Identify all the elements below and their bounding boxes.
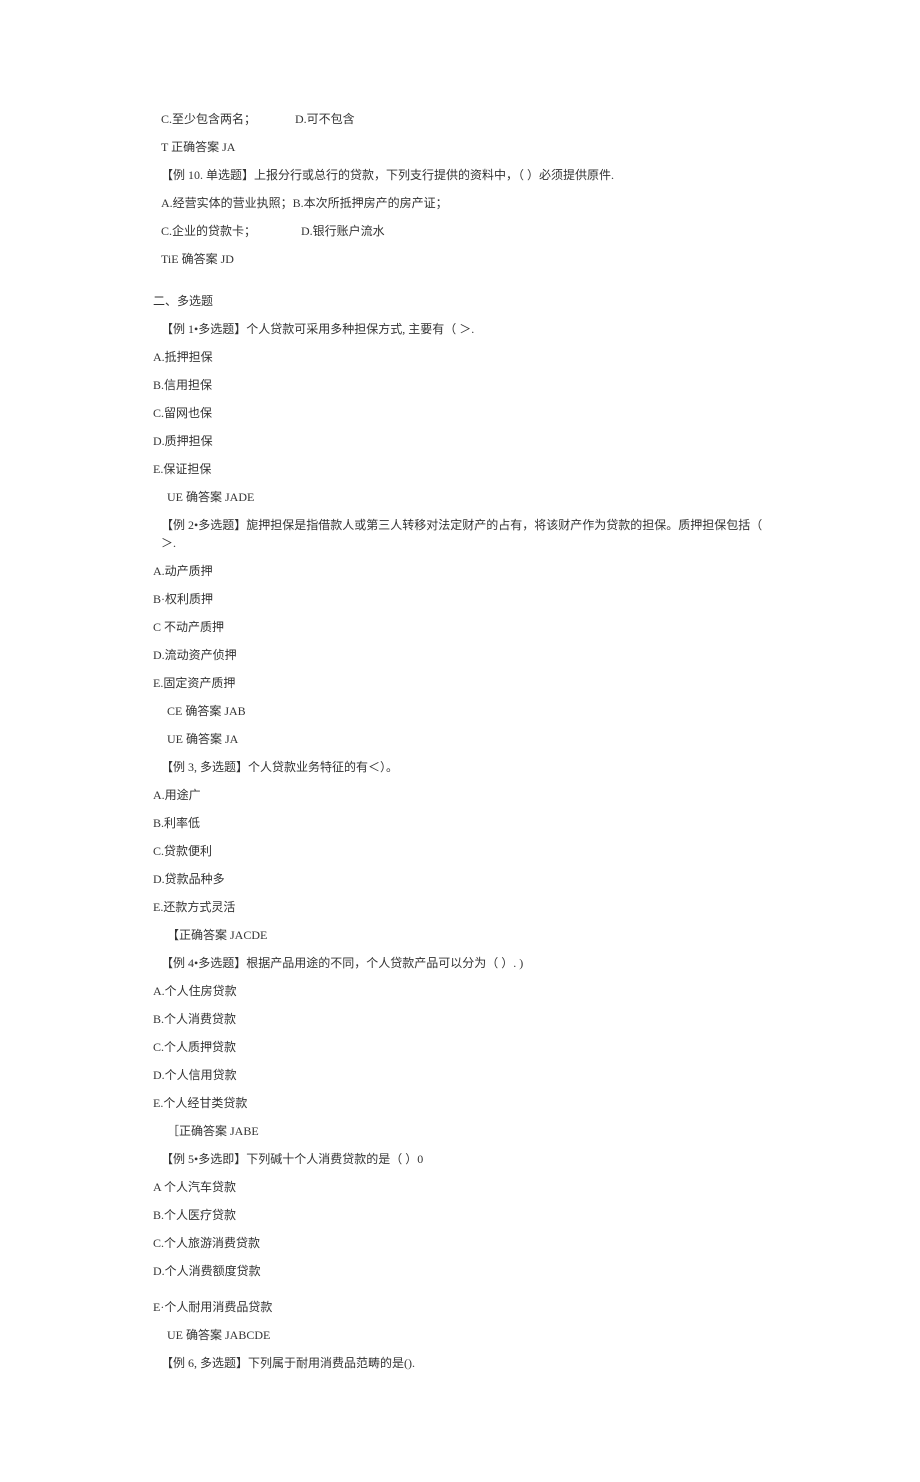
q9-options-cd: C.至少包含两名； D.可不包含 xyxy=(153,110,765,128)
q4-option-e: E.个人经甘类贷款 xyxy=(153,1094,765,1112)
q1-option-d: D.质押担保 xyxy=(153,432,765,450)
q10-option-d: D.银行账户流水 xyxy=(301,224,385,238)
q5-option-a: A 个人汽车贷款 xyxy=(153,1178,765,1196)
q3-option-d: D.贷款品种多 xyxy=(153,870,765,888)
q3-stem: 【例 3, 多选题】个人贷款业务特征的有＜）。 xyxy=(153,758,765,776)
q6-stem: 【例 6, 多选题】下列属于耐用消费品范畴的是(). xyxy=(153,1354,765,1372)
q2-option-d: D.流动资产侦押 xyxy=(153,646,765,664)
q5-option-d: D.个人消费额度贷款 xyxy=(153,1262,765,1280)
q4-option-b: B.个人消费贷款 xyxy=(153,1010,765,1028)
q4-stem: 【例 4•多选题】根据产品用途的不同，个人贷款产品可以分为（ ）. ) xyxy=(153,954,765,972)
q2-option-b: B·权利质押 xyxy=(153,590,765,608)
q10-options-ab: A.经营实体的营业执照；B.本次所抵押房产的房产证； xyxy=(153,194,765,212)
q4-option-d: D.个人信用贷款 xyxy=(153,1066,765,1084)
q3-option-a: A.用途广 xyxy=(153,786,765,804)
q1-answer: UE 确答案 JADE xyxy=(153,488,765,506)
q4-answer: ［正确答案 JABE xyxy=(153,1122,765,1140)
q2-option-c: C 不动产质押 xyxy=(153,618,765,636)
q10-stem: 【例 10. 单选题】上报分行或总行的贷款，下列支行提供的资料中，（ ）必须提供… xyxy=(153,166,765,184)
q4-option-a: A.个人住房贷款 xyxy=(153,982,765,1000)
q10-options-cd: C.企业的贷款卡； D.银行账户流水 xyxy=(153,222,765,240)
q1-option-b: B.信用担保 xyxy=(153,376,765,394)
q1-stem: 【例 1•多选题】个人贷款可采用多种担保方式, 主要有（ ＞. xyxy=(153,320,765,338)
q9-option-c: C.至少包含两名； xyxy=(161,112,256,126)
q4-option-c: C.个人质押贷款 xyxy=(153,1038,765,1056)
q3-option-e: E.还款方式灵活 xyxy=(153,898,765,916)
section-2-heading: 二、多选题 xyxy=(153,292,765,310)
q10-answer: TiE 确答案 JD xyxy=(153,250,765,268)
q5-answer: UE 确答案 JABCDE xyxy=(153,1326,765,1344)
q2-option-a: A.动产质押 xyxy=(153,562,765,580)
q2-answer-1: CE 确答案 JAB xyxy=(153,702,765,720)
q10-option-c: C.企业的贷款卡； xyxy=(161,224,256,238)
q1-option-e: E.保证担保 xyxy=(153,460,765,478)
q1-option-a: A.抵押担保 xyxy=(153,348,765,366)
q1-option-c: C.留网也保 xyxy=(153,404,765,422)
q3-option-c: C.贷款便利 xyxy=(153,842,765,860)
q5-option-c: C.个人旅游消费贷款 xyxy=(153,1234,765,1252)
q9-answer: T 正确答案 JA xyxy=(153,138,765,156)
q3-answer: 【正确答案 JACDE xyxy=(153,926,765,944)
q2-stem: 【例 2•多选题】旎押担保是指借款人或第三人转移对法定财产的占有，将该财产作为贷… xyxy=(153,516,765,552)
q2-option-e: E.固定资产质押 xyxy=(153,674,765,692)
q9-option-d: D.可不包含 xyxy=(295,112,355,126)
q5-stem: 【例 5•多选即】下列碱十个人消费贷款的是（ ）0 xyxy=(153,1150,765,1168)
q2-answer-2: UE 确答案 JA xyxy=(153,730,765,748)
q3-option-b: B.利率低 xyxy=(153,814,765,832)
q5-option-b: B.个人医疗贷款 xyxy=(153,1206,765,1224)
